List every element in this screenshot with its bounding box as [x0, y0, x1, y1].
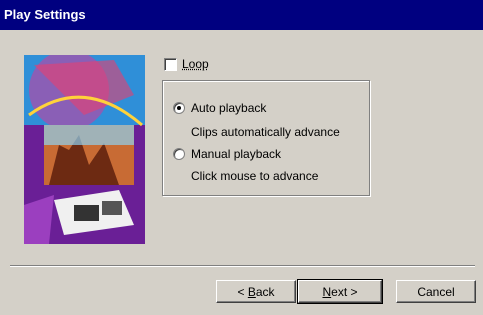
checkbox-box[interactable] [164, 57, 177, 71]
back-accel: B [247, 284, 256, 299]
auto-playback-label: Auto playback [191, 101, 267, 115]
back-button[interactable]: < Back [216, 280, 296, 303]
manual-playback-radio[interactable]: Manual playback [173, 147, 281, 161]
back-arrow-icon: < [237, 284, 245, 299]
playback-group: Auto playback Clips automatically advanc… [162, 80, 370, 196]
wizard-illustration [24, 55, 145, 244]
next-label: ext > [331, 284, 358, 299]
auto-playback-description: Clips automatically advance [191, 125, 340, 139]
auto-playback-radio[interactable]: Auto playback [173, 101, 266, 115]
loop-label: Loop [182, 57, 209, 71]
button-separator [10, 265, 475, 267]
cancel-button[interactable]: Cancel [396, 280, 476, 303]
next-accel: N [322, 284, 332, 299]
back-label: ack [255, 284, 275, 299]
cancel-label: Cancel [417, 284, 455, 299]
manual-playback-label: Manual playback [191, 147, 282, 161]
radio-selected-icon[interactable] [173, 102, 185, 114]
next-button[interactable]: Next > [297, 279, 383, 304]
manual-playback-description: Click mouse to advance [191, 169, 319, 183]
title-bar[interactable]: Play Settings [0, 0, 483, 30]
loop-checkbox[interactable]: Loop [164, 56, 209, 72]
radio-unselected-icon[interactable] [173, 148, 185, 160]
window-title: Play Settings [4, 7, 86, 22]
